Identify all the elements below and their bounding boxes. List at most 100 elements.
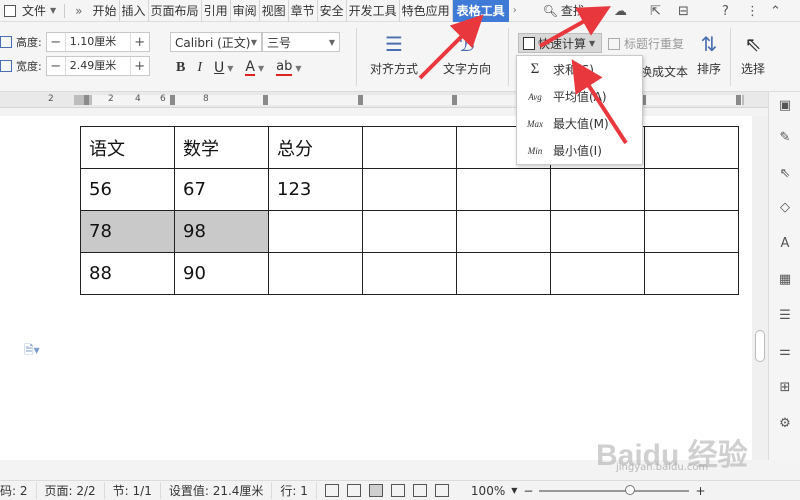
table-cell[interactable]: 88 (80, 252, 175, 295)
menu-item-sum[interactable]: Σ 求和(S) (517, 56, 642, 83)
height-increase-button[interactable]: + (131, 35, 149, 50)
height-decrease-button[interactable]: − (47, 35, 65, 50)
quick-calc-button[interactable]: 快速计算 ▼ (518, 33, 602, 53)
underline-button[interactable]: U (214, 60, 224, 76)
tab-page-layout[interactable]: 页面布局 (149, 0, 202, 22)
selected-table-cell[interactable]: 78 (80, 210, 175, 253)
vertical-scrollbar[interactable] (752, 116, 768, 460)
tab-home[interactable]: 开始 (91, 0, 120, 22)
align-button[interactable]: ☰ 对齐方式 (370, 32, 418, 77)
tab-special-apps[interactable]: 特色应用 (400, 0, 453, 22)
table-cell[interactable]: 数学 (174, 126, 269, 169)
chevron-down-icon[interactable]: ▼ (511, 486, 517, 495)
convert-to-text-button[interactable]: 换成文本 (640, 63, 688, 80)
zoom-out-button[interactable]: − (523, 484, 533, 498)
share-icon[interactable]: ⇱ (650, 2, 661, 20)
column-marker[interactable] (736, 95, 741, 105)
zoom-slider[interactable] (539, 484, 690, 495)
chevron-down-icon[interactable]: ▼ (50, 6, 56, 15)
table-icon[interactable]: ▦ (777, 272, 793, 288)
tab-section[interactable]: 章节 (289, 0, 318, 22)
italic-button[interactable]: I (197, 60, 202, 76)
width-input[interactable]: 2.49厘米 (64, 57, 131, 75)
table-cell[interactable] (456, 210, 551, 253)
chevron-right-icon[interactable]: › (509, 5, 521, 16)
settings-icon[interactable]: ⋮ (746, 2, 759, 20)
horizontal-ruler[interactable]: 2 2 4 6 8 (0, 92, 768, 108)
table-cell[interactable] (268, 210, 363, 253)
table-cell[interactable] (268, 252, 363, 295)
highlight-button[interactable]: ab (276, 60, 293, 76)
table-cell[interactable] (456, 252, 551, 295)
table-cell[interactable]: 67 (174, 168, 269, 211)
width-increase-button[interactable]: + (131, 59, 149, 74)
fullscreen-icon[interactable] (324, 484, 339, 497)
column-marker[interactable] (170, 95, 175, 105)
more-menus-button[interactable]: » (75, 4, 82, 18)
tab-references[interactable]: 引用 (202, 0, 231, 22)
select-button[interactable]: ⇖ 选择 (741, 32, 765, 77)
bold-button[interactable]: B (176, 60, 185, 76)
chevron-down-icon[interactable]: ▼ (227, 64, 233, 73)
shapes-icon[interactable]: ◇ (777, 200, 793, 216)
column-marker[interactable] (452, 95, 457, 105)
sort-button[interactable]: ⇅ 排序 (697, 32, 721, 77)
paragraph-options-icon[interactable]: 🗎▾ (24, 341, 40, 362)
menu-item-min[interactable]: Min 最小值(I) (517, 137, 642, 164)
table-cell[interactable]: 总分 (268, 126, 363, 169)
zoom-level[interactable]: 100% (471, 484, 505, 498)
column-marker[interactable] (358, 95, 363, 105)
selected-table-cell[interactable]: 98 (174, 210, 269, 253)
table-cell[interactable] (644, 168, 739, 211)
tab-insert[interactable]: 插入 (120, 0, 149, 22)
page-view-icon[interactable] (368, 484, 383, 497)
zoom-slider-knob[interactable] (625, 484, 636, 495)
zoom-in-button[interactable]: + (695, 484, 705, 498)
title-row-repeat-button[interactable]: 标题行重复 (608, 35, 684, 52)
list-icon[interactable]: ☰ (777, 308, 793, 324)
table-cell[interactable] (550, 252, 645, 295)
pen-icon[interactable]: ✎ (777, 130, 793, 146)
menu-item-average[interactable]: Avg 平均值(A) (517, 83, 642, 110)
table-cell[interactable] (362, 168, 457, 211)
table-cell[interactable] (362, 126, 457, 169)
table-cell[interactable] (362, 252, 457, 295)
table-cell[interactable] (644, 252, 739, 295)
chevron-down-icon[interactable]: ▼ (258, 64, 264, 73)
scrollbar-thumb[interactable] (755, 330, 765, 362)
table-cell[interactable]: 123 (268, 168, 363, 211)
tab-security[interactable]: 安全 (318, 0, 347, 22)
table-cell[interactable]: 56 (80, 168, 175, 211)
layout-icon[interactable]: ⊞ (777, 380, 793, 396)
tab-table-tools[interactable]: 表格工具 (452, 0, 509, 22)
font-color-button[interactable]: A (245, 60, 255, 76)
search-button[interactable]: 🔍︎ 查找 (543, 2, 585, 19)
zoom-control[interactable]: 100% ▼ − + (471, 484, 706, 498)
tab-review[interactable]: 审阅 (231, 0, 260, 22)
help-button[interactable]: ? (722, 2, 729, 20)
collapse-icon[interactable]: ⊟ (678, 2, 689, 20)
text-style-icon[interactable]: A (777, 236, 793, 252)
font-size-select[interactable]: 三号 ▼ (262, 32, 340, 52)
globe-icon[interactable] (412, 484, 427, 497)
eye-icon[interactable] (434, 484, 449, 497)
table-cell[interactable]: 语文 (80, 126, 175, 169)
cloud-sync-icon[interactable]: ☁ (614, 2, 627, 20)
table-cell[interactable] (456, 168, 551, 211)
chevron-down-icon[interactable]: ▼ (295, 64, 301, 73)
table-cell[interactable] (644, 126, 739, 169)
width-stepper[interactable]: − 2.49厘米 + (45, 56, 150, 76)
outline-view-icon[interactable] (390, 484, 405, 497)
menu-item-max[interactable]: Max 最大值(M) (517, 110, 642, 137)
table-cell[interactable] (362, 210, 457, 253)
font-name-select[interactable]: Calibri (正文) ▼ (170, 32, 262, 52)
minimize-ribbon-icon[interactable]: ⌃ (770, 2, 781, 20)
table-cell[interactable] (550, 168, 645, 211)
sliders-icon[interactable]: ⚌ (777, 344, 793, 360)
tab-view[interactable]: 视图 (260, 0, 289, 22)
height-input[interactable]: 1.10厘米 (64, 33, 131, 51)
indent-marker[interactable] (84, 95, 89, 105)
width-decrease-button[interactable]: − (47, 59, 65, 74)
height-stepper[interactable]: − 1.10厘米 + (45, 32, 150, 52)
table-cell[interactable] (644, 210, 739, 253)
